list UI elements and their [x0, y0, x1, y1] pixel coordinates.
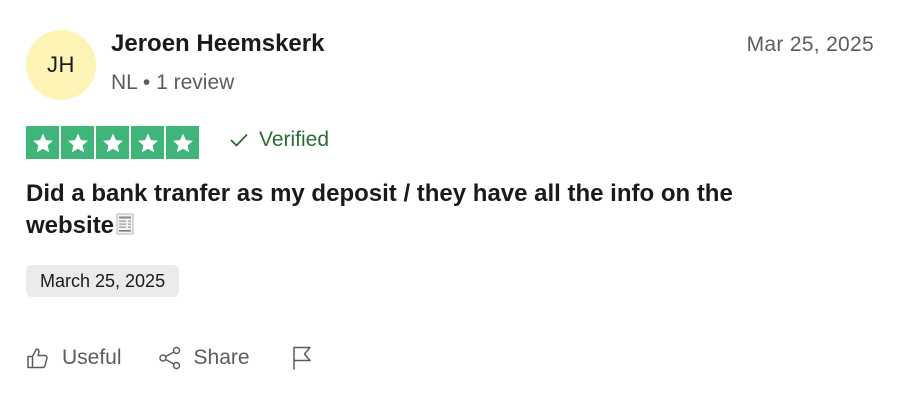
share-button[interactable]: Share — [158, 346, 250, 370]
report-button[interactable] — [290, 346, 314, 370]
review-card: JH Jeroen Heemskerk NL • 1 review Mar 25… — [0, 0, 900, 420]
star-icon — [166, 126, 199, 159]
reviewer-meta: NL • 1 review — [111, 71, 235, 94]
avatar-initials: JH — [47, 52, 75, 77]
review-actions: Useful Share — [26, 346, 314, 370]
share-icon — [158, 346, 180, 370]
star-icon — [131, 126, 164, 159]
useful-label: Useful — [62, 346, 122, 369]
useful-button[interactable]: Useful — [26, 346, 122, 370]
share-label: Share — [193, 346, 250, 369]
verified-badge[interactable]: Verified — [229, 128, 329, 152]
experience-date-badge: March 25, 2025 — [26, 265, 180, 297]
reviewer-name[interactable]: Jeroen Heemskerk — [111, 30, 324, 58]
star-icon — [61, 126, 94, 159]
thumbs-up-icon — [27, 348, 48, 369]
checkmark-icon — [230, 134, 248, 147]
flag-icon — [292, 346, 311, 370]
verified-label: Verified — [259, 128, 330, 151]
star-icon — [96, 126, 129, 159]
review-date: Mar 25, 2025 — [746, 33, 874, 56]
avatar[interactable]: JH — [26, 30, 96, 100]
receipt-icon — [116, 213, 134, 235]
review-text: Did a bank tranfer as my deposit / they … — [26, 178, 826, 242]
star-icon — [26, 126, 59, 159]
star-rating — [26, 126, 199, 159]
